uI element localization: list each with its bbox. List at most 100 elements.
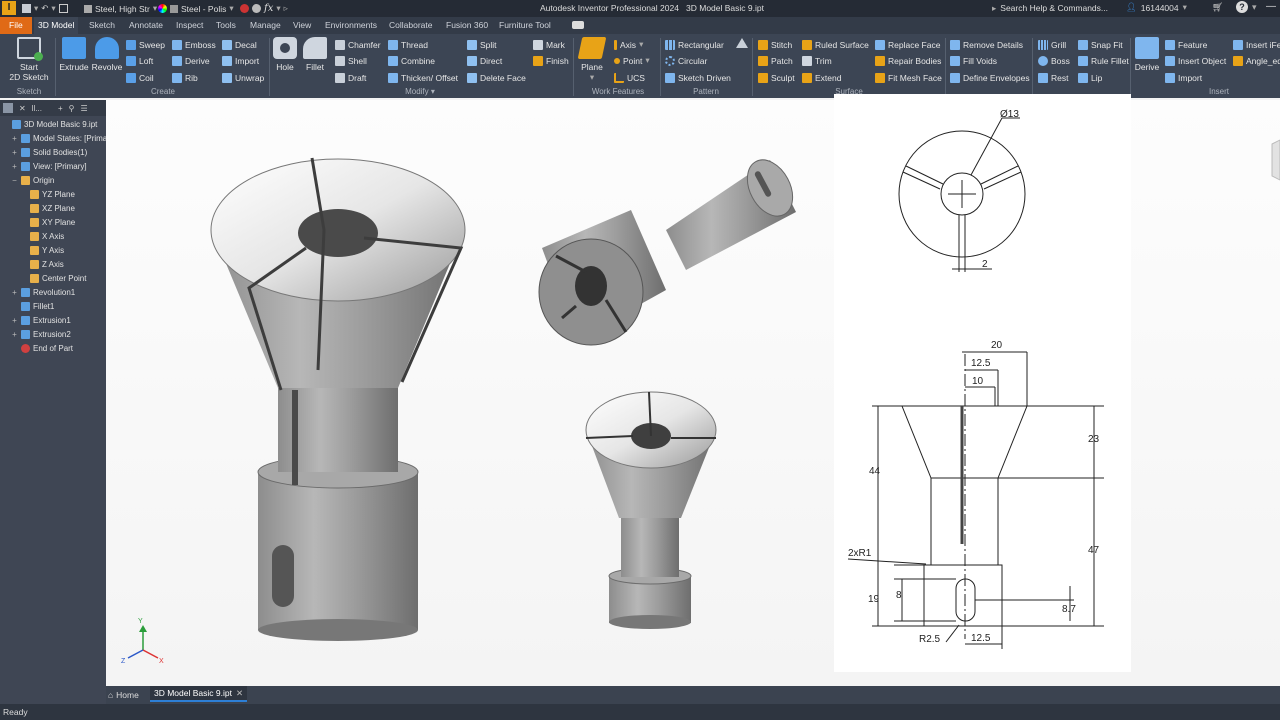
- tab-environments[interactable]: Environments: [321, 17, 381, 34]
- split-button[interactable]: Split: [467, 38, 497, 51]
- select-icon[interactable]: [58, 4, 68, 13]
- insert-ifeature-button[interactable]: Insert iFe: [1233, 38, 1280, 51]
- panel-label-modify[interactable]: Modify ▾: [272, 87, 568, 97]
- trim-button[interactable]: Trim: [802, 54, 832, 67]
- tree-item[interactable]: + Solid Bodies(1): [0, 146, 87, 159]
- expand-icon[interactable]: +: [11, 316, 18, 325]
- tab-sketch[interactable]: Sketch: [85, 17, 119, 34]
- revolve-button[interactable]: Revolve: [91, 37, 123, 72]
- tab-annotate[interactable]: Annotate: [125, 17, 167, 34]
- tree-item[interactable]: Y Axis: [0, 244, 64, 257]
- tree-item[interactable]: − Origin: [0, 174, 54, 187]
- collet-front-view[interactable]: [585, 391, 717, 629]
- define-envelopes-button[interactable]: Define Envelopes: [950, 71, 1030, 84]
- chevron-down-icon[interactable]: ▾: [1252, 2, 1257, 13]
- tree-item[interactable]: + View: [Primary]: [0, 160, 87, 173]
- save-icon[interactable]: [22, 4, 31, 13]
- ribbon-toggle-icon[interactable]: [572, 21, 584, 29]
- insert-object-button[interactable]: Insert Object: [1165, 54, 1226, 67]
- menu-icon[interactable]: ☰: [80, 104, 87, 113]
- fillet-button[interactable]: Fillet: [301, 37, 329, 72]
- dropdown-icon[interactable]: ▾: [51, 3, 55, 14]
- expand-icon[interactable]: +: [11, 330, 18, 339]
- ucs-button[interactable]: UCS: [614, 71, 645, 84]
- tree-item[interactable]: Fillet1: [0, 300, 54, 313]
- tree-item[interactable]: X Axis: [0, 230, 64, 243]
- sculpt-button[interactable]: Sculpt: [758, 71, 795, 84]
- sketch-driven-pattern-button[interactable]: Sketch Driven: [665, 71, 731, 84]
- help-icon[interactable]: ?: [1236, 1, 1248, 13]
- inventor-logo-icon[interactable]: I: [2, 1, 16, 15]
- start-2d-sketch-button[interactable]: Start 2D Sketch: [8, 37, 50, 82]
- expand-icon[interactable]: −: [11, 176, 18, 185]
- extend-button[interactable]: Extend: [802, 71, 841, 84]
- fit-mesh-face-button[interactable]: Fit Mesh Face: [875, 71, 942, 84]
- unwrap-button[interactable]: Unwrap: [222, 71, 264, 84]
- cart-icon[interactable]: 🛒︎: [1212, 2, 1223, 13]
- graphics-viewport[interactable]: Y X Z Ø13 2 20 12.5 10 23 44 47 2xR1 19 …: [106, 94, 1280, 686]
- tree-item[interactable]: Center Point: [0, 272, 86, 285]
- viewcube[interactable]: [1271, 139, 1280, 181]
- tab-view[interactable]: View: [289, 17, 315, 34]
- expand-icon[interactable]: +: [11, 134, 18, 143]
- finish-button[interactable]: Finish: [533, 54, 569, 67]
- rectangular-pattern-button[interactable]: Rectangular: [665, 38, 724, 51]
- thread-button[interactable]: Thread: [388, 38, 428, 51]
- adjust-icon[interactable]: [240, 4, 249, 13]
- ruled-surface-button[interactable]: Ruled Surface: [802, 38, 869, 51]
- undo-icon[interactable]: ↶: [41, 3, 48, 14]
- user-account[interactable]: 👤︎ 16144004 ▾: [1126, 2, 1187, 13]
- mirror-icon[interactable]: [736, 38, 748, 48]
- tab-3d-model[interactable]: 3D Model: [34, 17, 79, 34]
- collet-large-view[interactable]: [210, 157, 466, 641]
- chamfer-button[interactable]: Chamfer: [335, 38, 381, 51]
- tree-item[interactable]: 3D Model Basic 9.ipt: [0, 118, 97, 131]
- draft-button[interactable]: Draft: [335, 71, 366, 84]
- lip-button[interactable]: Lip: [1078, 71, 1102, 84]
- minimize-icon[interactable]: —: [1266, 1, 1276, 12]
- clear-icon[interactable]: [252, 4, 261, 13]
- view-triad[interactable]: Y X Z: [121, 618, 164, 665]
- grill-button[interactable]: Grill: [1038, 38, 1066, 51]
- plane-button[interactable]: Plane ▾: [577, 37, 607, 82]
- delete-face-button[interactable]: Delete Face: [467, 71, 526, 84]
- tab-fusion-360[interactable]: Fusion 360: [442, 17, 492, 34]
- close-icon[interactable]: ✕: [236, 688, 243, 699]
- tree-item[interactable]: Z Axis: [0, 258, 64, 271]
- dropdown-icon[interactable]: ▾: [34, 3, 38, 14]
- tab-manage[interactable]: Manage: [246, 17, 285, 34]
- sweep-button[interactable]: Sweep: [126, 38, 165, 51]
- derive-button[interactable]: Derive: [172, 54, 210, 67]
- emboss-button[interactable]: Emboss: [172, 38, 216, 51]
- decal-button[interactable]: Decal: [222, 38, 257, 51]
- direct-button[interactable]: Direct: [467, 54, 502, 67]
- appearance-selector[interactable]: Steel - Polis ▾: [158, 2, 234, 15]
- search-field[interactable]: ▸ Search Help & Commands...: [992, 2, 1116, 14]
- angle-equ-button[interactable]: Angle_equ: [1233, 54, 1280, 67]
- shell-button[interactable]: Shell: [335, 54, 367, 67]
- derive-big-button[interactable]: Derive: [1133, 37, 1161, 72]
- snap-fit-button[interactable]: Snap Fit: [1078, 38, 1123, 51]
- feature-button[interactable]: Feature: [1165, 38, 1207, 51]
- loft-button[interactable]: Loft: [126, 54, 153, 67]
- point-button[interactable]: Point ▾: [614, 54, 650, 67]
- expand-icon[interactable]: +: [11, 162, 18, 171]
- boss-button[interactable]: Boss: [1038, 54, 1070, 67]
- material-selector[interactable]: Steel, High Str ▾: [84, 2, 157, 15]
- fill-voids-button[interactable]: Fill Voids: [950, 54, 997, 67]
- combine-button[interactable]: Combine: [388, 54, 435, 67]
- tree-item[interactable]: YZ Plane: [0, 188, 75, 201]
- fx-icon[interactable]: fx: [264, 3, 273, 14]
- import-button[interactable]: Import: [222, 54, 259, 67]
- search-icon[interactable]: ⚲: [69, 104, 75, 113]
- collet-isometric-view[interactable]: [538, 152, 802, 346]
- rib-button[interactable]: Rib: [172, 71, 198, 84]
- model-tab-icon[interactable]: [3, 103, 13, 113]
- add-icon[interactable]: +: [58, 104, 63, 113]
- extrude-button[interactable]: Extrude: [58, 37, 90, 72]
- close-icon[interactable]: ✕: [19, 104, 26, 113]
- tree-item[interactable]: + Extrusion2: [0, 328, 71, 341]
- tab-inspect[interactable]: Inspect: [172, 17, 207, 34]
- replace-face-button[interactable]: Replace Face: [875, 38, 940, 51]
- tab-collaborate[interactable]: Collaborate: [385, 17, 436, 34]
